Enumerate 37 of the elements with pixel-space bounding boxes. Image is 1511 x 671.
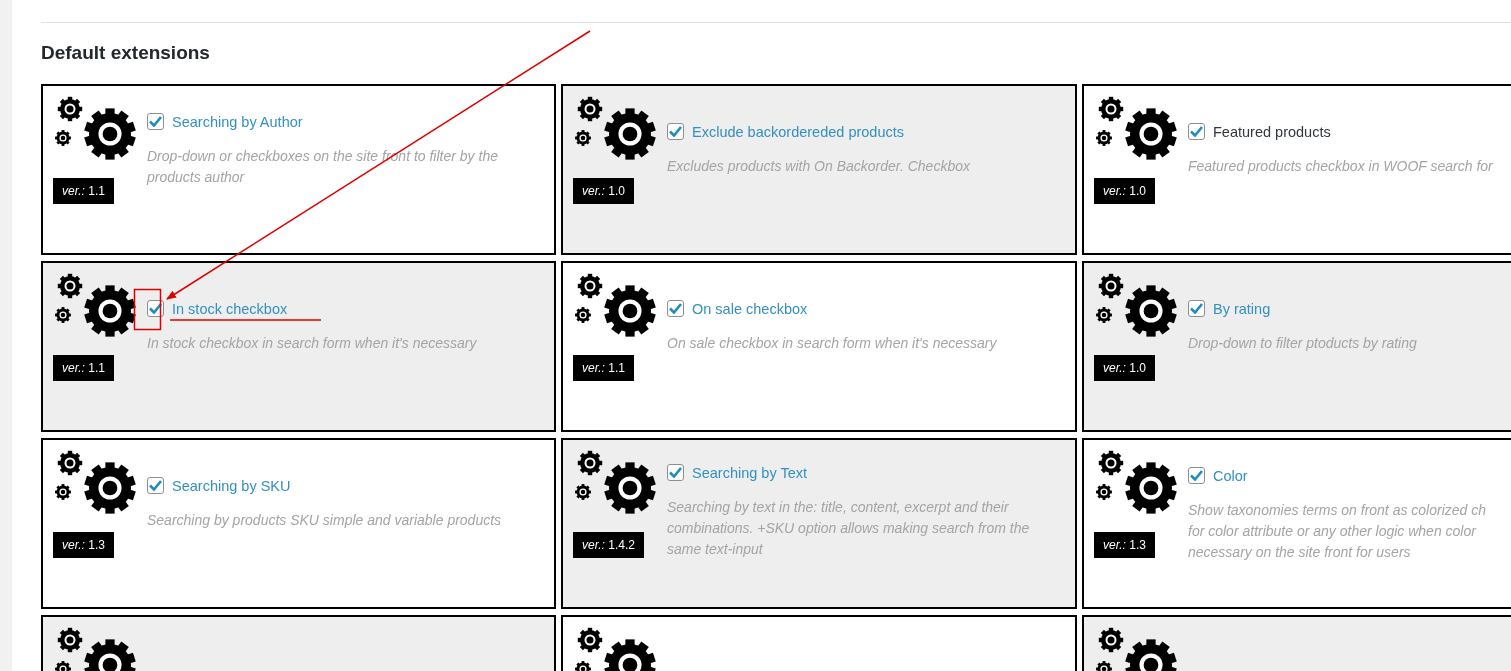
version-badge: ver.: 1.0 (1094, 355, 1155, 381)
extension-description: On sale checkbox in search form when it's necessary (667, 334, 998, 353)
extension-description: Featured products checkbox in WOOF search for (1188, 157, 1494, 176)
extension-description: In stock checkbox in search form when it's necessary (147, 334, 478, 353)
section-title: Default extensions (41, 42, 211, 64)
extension-description: Searching by text in the: title, content, excerpt and their combinations. +SKU option allows making search from the same text-input (667, 498, 1031, 559)
version-badge: ver.: 1.1 (573, 355, 634, 381)
highlight-frame (133, 288, 162, 331)
checkbox[interactable] (667, 464, 684, 481)
checkbox[interactable] (1188, 300, 1205, 317)
version-badge: ver.: 1.3 (53, 532, 114, 558)
extension-link[interactable]: On sale checkbox (692, 300, 808, 317)
checkbox[interactable] (1188, 467, 1205, 484)
extension-link[interactable]: Exclude backordereded products (692, 123, 904, 140)
checkbox[interactable] (147, 477, 164, 494)
extension-title: Featured products (1213, 123, 1331, 140)
version-badge: ver.: 1.0 (1094, 178, 1155, 204)
extension-link[interactable]: Color (1213, 467, 1248, 484)
extension-description: Drop-down to filter ptoducts by rating (1188, 334, 1418, 353)
checkbox[interactable] (667, 300, 684, 317)
extension-link[interactable]: Searching by SKU (172, 477, 291, 494)
version-badge: ver.: 1.1 (53, 178, 114, 204)
checkbox[interactable] (147, 300, 164, 317)
extension-link[interactable]: Searching by Author (172, 113, 303, 130)
extension-description: Excludes products with On Backorder. Checkbox (667, 157, 971, 176)
extension-link[interactable]: By rating (1213, 300, 1271, 317)
extension-description: Searching by products SKU simple and variable products (147, 511, 503, 530)
checkbox[interactable] (147, 113, 164, 130)
extension-link[interactable]: Searching by Text (692, 464, 807, 481)
version-badge: ver.: 1.1 (53, 355, 114, 381)
version-badge: ver.: 1.3 (1094, 532, 1155, 558)
checkbox[interactable] (667, 123, 684, 140)
version-badge: ver.: 1.0 (573, 178, 634, 204)
version-badge: ver.: 1.4.2 (573, 532, 644, 558)
extension-description: Show taxonomies terms on front as colorized ch for color attribute or any other logic when color necessary on the site front for users (1188, 501, 1488, 562)
extension-link[interactable]: In stock checkbox (172, 300, 288, 317)
checkbox[interactable] (1188, 123, 1205, 140)
